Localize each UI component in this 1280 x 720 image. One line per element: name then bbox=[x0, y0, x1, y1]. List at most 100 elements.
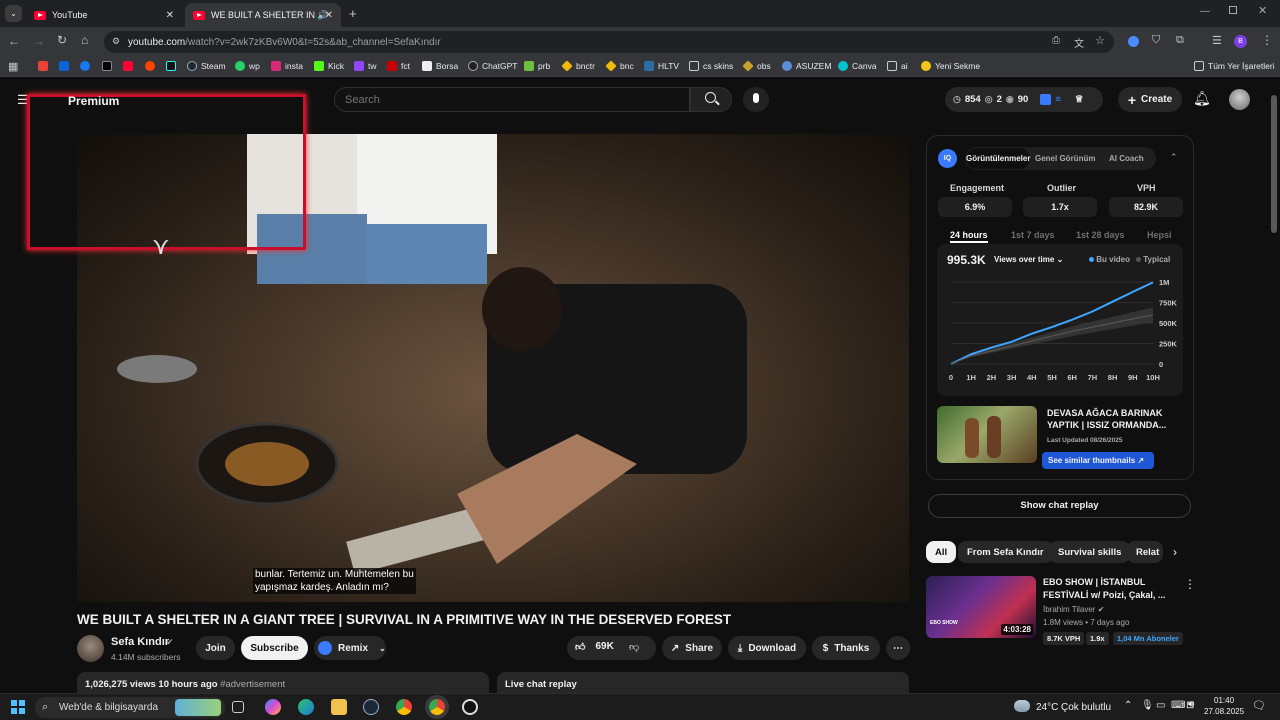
tab-ai-coach[interactable]: AI Coach bbox=[1109, 154, 1144, 163]
outlook-icon[interactable] bbox=[59, 61, 73, 71]
profile-avatar[interactable]: B bbox=[1234, 35, 1247, 48]
new-tab-icon[interactable]: + bbox=[349, 6, 357, 21]
bookmark-kick[interactable]: Kick bbox=[314, 61, 344, 71]
shield-icon[interactable]: ⛉ bbox=[1152, 34, 1160, 47]
download-button[interactable]: ⤓ Download bbox=[728, 636, 806, 660]
chip-all[interactable]: All bbox=[926, 541, 957, 563]
bookmark-cs-skins[interactable]: cs skins bbox=[689, 61, 733, 71]
bookmark-steam[interactable]: Steam bbox=[187, 61, 226, 71]
join-button[interactable]: Join bbox=[196, 636, 235, 660]
channel-name[interactable]: Sefa Kındır bbox=[111, 636, 169, 648]
collapse-chevron-icon[interactable]: ⌃ bbox=[1170, 152, 1178, 163]
taskbar-search[interactable]: ⌕ Web'de & bilgisayarda bbox=[35, 697, 225, 718]
bookmark-asuzem[interactable]: ASUZEM bbox=[782, 61, 831, 71]
chrome-icon[interactable] bbox=[396, 699, 412, 715]
vidiq-thumbnail[interactable] bbox=[937, 406, 1037, 463]
file-explorer-icon[interactable] bbox=[331, 699, 347, 715]
voice-search-button[interactable] bbox=[743, 87, 769, 112]
share-button[interactable]: ↗ Share bbox=[662, 636, 722, 660]
create-button[interactable]: + Create bbox=[1118, 87, 1182, 112]
steam-icon[interactable] bbox=[363, 699, 379, 715]
task-view-icon[interactable] bbox=[232, 701, 244, 713]
display-icon[interactable]: ▭ bbox=[1156, 700, 1165, 711]
bookmark-wp[interactable]: wp bbox=[235, 61, 260, 71]
address-bar[interactable]: ⚙ youtube.com/watch?v=2wk7zKBv6W0&t=52s&… bbox=[104, 31, 1114, 53]
bookmark-hltv[interactable]: HLTV bbox=[644, 61, 679, 71]
tab-youtube[interactable]: YouTube ✕ bbox=[26, 3, 182, 27]
rec-title[interactable]: EBO SHOW | İSTANBUL FESTİVALİ w/ Poizi, … bbox=[1043, 576, 1173, 602]
tab-genel-gorunum[interactable]: Genel Görünüm bbox=[1035, 154, 1095, 163]
bookmark-fct[interactable]: fct bbox=[387, 61, 410, 71]
tiktok-icon[interactable] bbox=[166, 61, 180, 71]
period-all[interactable]: Hepsi bbox=[1147, 230, 1172, 240]
clock-time[interactable]: 01:40 bbox=[1214, 696, 1234, 705]
notification-icon[interactable]: 🗨︎ bbox=[1252, 699, 1266, 712]
page-scrollbar-thumb[interactable] bbox=[1271, 95, 1277, 233]
bookmark-yeni-sekme[interactable]: Yeni Sekme bbox=[921, 61, 980, 71]
period-24-hours[interactable]: 24 hours bbox=[950, 230, 988, 243]
rec-channel[interactable]: İbrahim Tilaver ✔ bbox=[1043, 605, 1104, 614]
remix-button[interactable]: Remix ⌄ bbox=[314, 636, 386, 660]
chips-next-icon[interactable]: › bbox=[1173, 545, 1177, 559]
like-button[interactable]: 👍︎ 69K bbox=[575, 641, 614, 653]
search-input[interactable] bbox=[334, 87, 690, 112]
chip-from-channel[interactable]: From Sefa Kındır bbox=[958, 541, 1053, 563]
copilot-icon[interactable] bbox=[265, 699, 281, 715]
mic-tray-icon[interactable]: 🎙︎ bbox=[1141, 700, 1154, 711]
search-button[interactable] bbox=[690, 87, 732, 112]
chip-survival-skills[interactable]: Survival skills bbox=[1049, 541, 1131, 563]
channel-avatar[interactable] bbox=[77, 635, 104, 662]
facebook-icon[interactable] bbox=[80, 61, 94, 71]
weather-temp[interactable]: 24°C bbox=[1036, 702, 1058, 713]
thanks-button[interactable]: $ Thanks bbox=[812, 636, 880, 660]
bookmark-chatgpt[interactable]: ChatGPT bbox=[468, 61, 517, 71]
bookmark-borsa[interactable]: Borsa bbox=[422, 61, 458, 71]
chrome-profile-icon[interactable] bbox=[429, 699, 445, 715]
account-avatar[interactable] bbox=[1229, 89, 1250, 110]
bookmark-canva[interactable]: Canva bbox=[838, 61, 877, 71]
volume-icon[interactable]: 🔊︎ bbox=[1188, 699, 1194, 710]
more-actions-button[interactable]: ⋯ bbox=[886, 636, 910, 660]
close-tab-icon[interactable]: ✕ bbox=[325, 10, 333, 21]
tab-goruntulenmeler[interactable]: Görüntülenmeler bbox=[966, 148, 1030, 169]
bookmark-prb[interactable]: prb bbox=[524, 61, 550, 71]
bookmark-star-icon[interactable]: ☆ bbox=[1095, 34, 1105, 47]
close-tab-icon[interactable]: ✕ bbox=[166, 10, 174, 21]
period-28-days[interactable]: 1st 28 days bbox=[1076, 230, 1125, 240]
windows-start-icon[interactable] bbox=[11, 700, 25, 714]
back-icon[interactable]: ← bbox=[8, 34, 20, 48]
reddit-icon[interactable] bbox=[145, 61, 159, 71]
live-chat-panel[interactable]: Live chat replay bbox=[497, 672, 909, 693]
install-icon[interactable]: ⎙ bbox=[1052, 35, 1060, 46]
youtube-bookmark-icon[interactable] bbox=[123, 61, 137, 71]
extensions-puzzle-icon[interactable]: ⧉ bbox=[1176, 34, 1184, 47]
weather-text[interactable]: Çok bulutlu bbox=[1061, 702, 1111, 713]
weather-icon[interactable] bbox=[1014, 700, 1030, 712]
rec-thumbnail[interactable]: EBO SHOW 4:03:28 bbox=[926, 576, 1036, 638]
rec-more-icon[interactable]: ⋮ bbox=[1184, 577, 1196, 591]
bookmark-tw[interactable]: tw bbox=[354, 61, 377, 71]
period-7-days[interactable]: 1st 7 days bbox=[1011, 230, 1055, 240]
show-chat-replay-button[interactable]: Show chat replay bbox=[928, 494, 1191, 518]
reload-icon[interactable]: ↻ bbox=[57, 33, 67, 47]
edge-icon[interactable] bbox=[298, 699, 314, 715]
bookmark-bnctr[interactable]: bnctr bbox=[561, 60, 595, 72]
bookmark-obs[interactable]: obs bbox=[742, 60, 771, 72]
minimize-icon[interactable]: — bbox=[1200, 6, 1210, 17]
site-info-icon[interactable]: ⚙ bbox=[112, 36, 120, 47]
translate-icon[interactable]: 文 bbox=[1074, 35, 1084, 50]
tab-video[interactable]: WE BUILT A SHELTER IN A G 🔊 ✕ bbox=[185, 3, 341, 27]
home-icon[interactable]: ⌂ bbox=[81, 33, 88, 47]
x-icon[interactable] bbox=[102, 61, 116, 71]
gmail-icon[interactable] bbox=[38, 61, 52, 71]
menu-dots-icon[interactable]: ⋮ bbox=[1261, 33, 1273, 47]
subscribe-button[interactable]: Subscribe bbox=[241, 636, 308, 660]
clock-date[interactable]: 27.08.2025 bbox=[1204, 707, 1244, 716]
dislike-button[interactable]: 👎︎ bbox=[629, 641, 639, 653]
all-bookmarks[interactable]: Tüm Yer İşaretleri bbox=[1194, 61, 1275, 71]
vidiq-counters[interactable]: ◷ 854 ◎ 2 ◉ 90 ≡ ♕ bbox=[945, 87, 1103, 112]
reading-list-icon[interactable]: ☰ bbox=[1212, 34, 1222, 47]
page-scrollbar-track[interactable] bbox=[1270, 85, 1278, 693]
app-icon[interactable] bbox=[462, 699, 478, 715]
see-similar-button[interactable]: See similar thumbnails ↗ bbox=[1042, 452, 1154, 469]
